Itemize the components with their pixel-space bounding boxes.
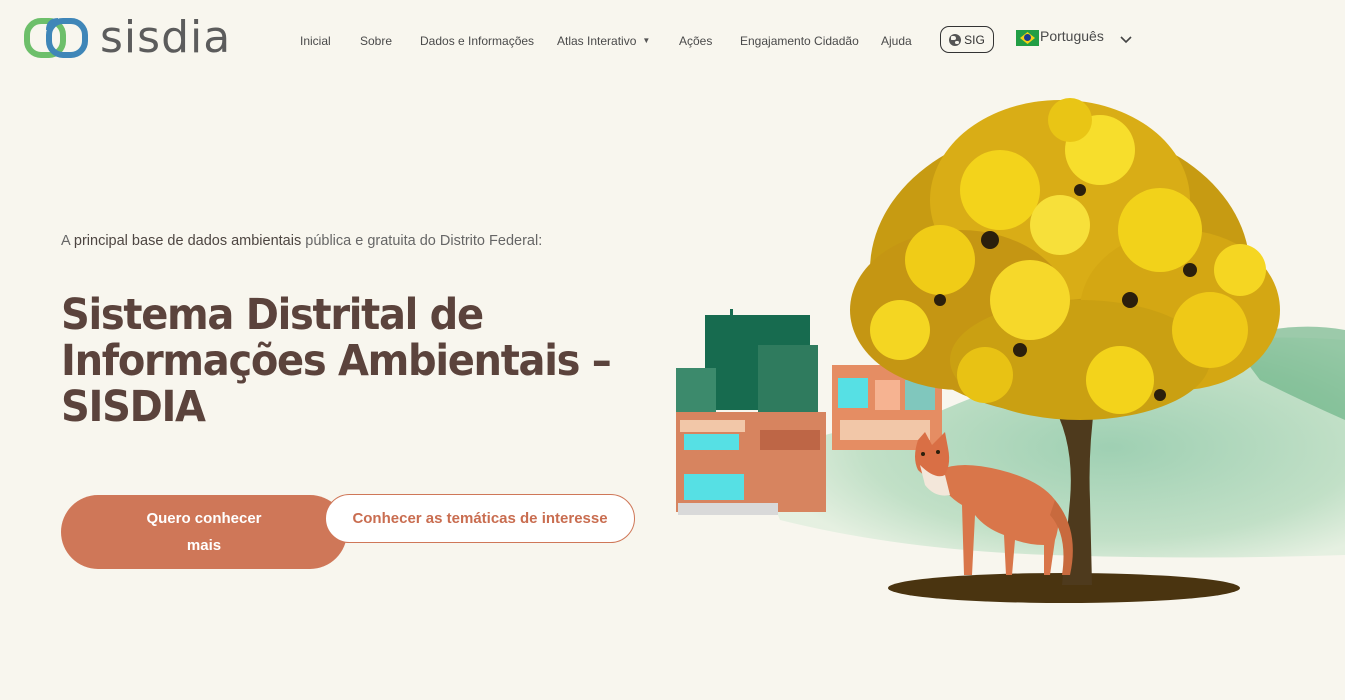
hero-tagline: A principal base de dados ambientais púb… xyxy=(61,233,542,249)
themes-button[interactable]: Conhecer as temáticas de interesse xyxy=(325,494,635,543)
nav-acoes[interactable]: Ações xyxy=(679,34,712,48)
sig-button[interactable]: SIG xyxy=(940,26,994,53)
logo-rings-icon xyxy=(24,18,88,58)
nav-ajuda[interactable]: Ajuda xyxy=(881,34,912,48)
chevron-down-icon[interactable] xyxy=(1119,33,1133,47)
caret-down-icon: ▼ xyxy=(642,36,651,45)
learn-more-button[interactable]: Quero conhecer mais xyxy=(61,495,347,569)
sig-label: SIG xyxy=(964,32,985,47)
hero-illustration xyxy=(676,98,1345,603)
site-logo[interactable]: sisdia xyxy=(24,14,231,62)
page: sisdia Inicial Sobre Dados e Informações… xyxy=(0,0,1345,700)
tagline-prefix: A xyxy=(61,233,74,249)
language-label: Português xyxy=(1040,28,1104,44)
nav-engajamento[interactable]: Engajamento Cidadão xyxy=(740,34,859,48)
logo-text: sisdia xyxy=(100,12,232,63)
nav-atlas[interactable]: Atlas Interativo ▼ xyxy=(557,34,650,48)
nav-dados[interactable]: Dados e Informações xyxy=(420,34,534,48)
tagline-highlight: principal base de dados ambientais xyxy=(73,233,302,249)
nav-sobre[interactable]: Sobre xyxy=(360,34,392,48)
brazil-flag-icon xyxy=(1016,30,1039,46)
learn-more-label: Quero conhecer mais xyxy=(146,510,262,554)
nav-inicial[interactable]: Inicial xyxy=(300,34,331,48)
language-selector[interactable]: Português xyxy=(1016,28,1104,46)
nav-atlas-label: Atlas Interativo xyxy=(557,34,637,48)
hero-title: Sistema Distrital de Informações Ambient… xyxy=(61,290,612,432)
tagline-suffix: pública e gratuita do Distrito Federal: xyxy=(301,233,543,249)
globe-icon xyxy=(949,33,962,46)
themes-label: Conhecer as temáticas de interesse xyxy=(352,510,608,527)
